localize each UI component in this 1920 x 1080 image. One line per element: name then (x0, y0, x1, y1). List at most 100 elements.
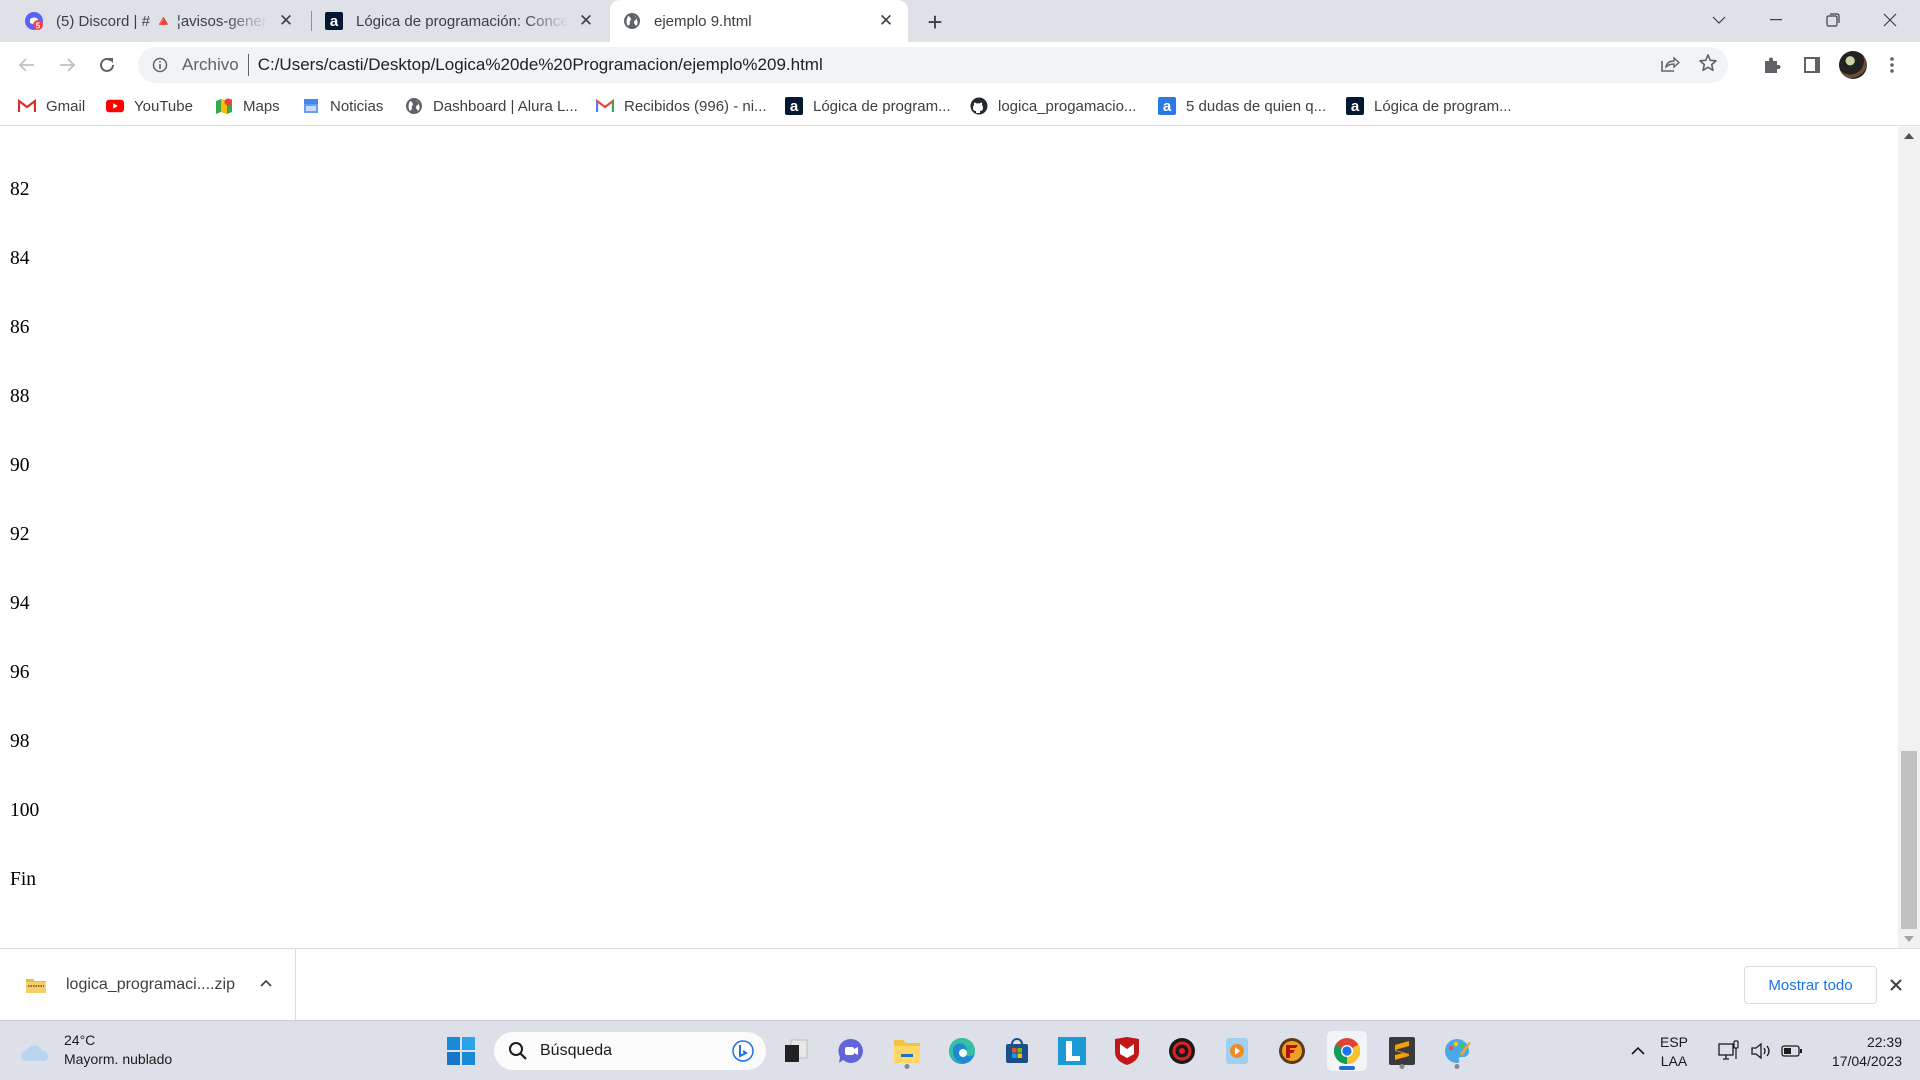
bookmark-dashboard[interactable]: Dashboard | Alura L... (405, 88, 578, 124)
address-bar[interactable]: Archivo C:/Users/casti/Desktop/Logica%20… (138, 47, 1728, 83)
tab-ejemplo[interactable]: ejemplo 9.html ✕ (610, 0, 908, 42)
scroll-thumb[interactable] (1901, 751, 1917, 929)
chat-icon (838, 1038, 863, 1063)
globe-icon (405, 97, 423, 115)
svg-text:5: 5 (36, 22, 41, 31)
sublime-text-button[interactable] (1382, 1031, 1422, 1071)
volume-icon[interactable] (1750, 1040, 1772, 1062)
teams-chat-button[interactable] (831, 1031, 871, 1071)
folder-icon (894, 1040, 920, 1063)
bookmark-youtube[interactable]: YouTube (106, 88, 193, 124)
edge-icon (949, 1038, 975, 1064)
scroll-up-button[interactable] (1898, 127, 1920, 145)
close-window-button[interactable] (1862, 0, 1918, 40)
alura-blue-icon: a (1158, 97, 1176, 115)
arrow-left-icon (18, 58, 34, 72)
minimize-icon (1770, 19, 1782, 21)
bookmark-gmail[interactable]: Gmail (18, 88, 85, 124)
reload-icon (100, 57, 114, 72)
tab-discord[interactable]: 5 (5) Discord | # 🔺 ¦avisos-generales ✕ (12, 0, 308, 42)
arrow-right-icon (60, 58, 76, 72)
mcafee-button[interactable] (1107, 1031, 1147, 1071)
paint-palette-icon (1445, 1039, 1471, 1063)
news-icon (302, 97, 320, 115)
share-icon[interactable] (1660, 53, 1681, 78)
side-panel-icon (1804, 57, 1820, 73)
discord-icon: 5 (24, 11, 44, 31)
menu-button[interactable] (1880, 53, 1904, 77)
media-player-button[interactable] (1217, 1031, 1257, 1071)
url-text[interactable]: C:/Users/casti/Desktop/Logica%20de%20Pro… (258, 55, 823, 75)
close-download-shelf-button[interactable] (1886, 975, 1906, 995)
weather-widget[interactable]: 24°C Mayorm. nublado (18, 1031, 172, 1069)
info-icon[interactable] (150, 55, 170, 75)
side-panel-button[interactable] (1800, 53, 1824, 77)
start-button[interactable] (441, 1031, 481, 1071)
search-placeholder: Búsqueda (540, 1042, 613, 1059)
output-line: 96 (10, 662, 30, 683)
tab-title: ejemplo 9.html (654, 12, 752, 30)
bing-icon[interactable] (732, 1040, 754, 1062)
download-item[interactable]: logica_programaci....zip (0, 949, 296, 1020)
tab-alura[interactable]: a Lógica de programación: Conceptos ✕ (312, 0, 608, 42)
output-line: 100 (10, 800, 40, 821)
bookmark-logica-2[interactable]: a Lógica de program... (1346, 88, 1512, 124)
back-button[interactable] (12, 50, 42, 80)
minimize-button[interactable] (1748, 0, 1804, 40)
task-view-button[interactable] (776, 1031, 816, 1071)
more-vert-icon (1890, 57, 1894, 73)
show-hidden-icons-button[interactable] (1626, 1039, 1650, 1063)
output-line: 84 (10, 248, 30, 269)
profile-avatar[interactable] (1839, 51, 1867, 79)
l-app-button[interactable] (1052, 1031, 1092, 1071)
windows-logo-icon (447, 1037, 475, 1065)
close-icon[interactable]: ✕ (576, 11, 596, 31)
new-tab-button[interactable]: + (922, 7, 948, 37)
restore-button[interactable] (1805, 0, 1861, 40)
bookmark-5-dudas[interactable]: a 5 dudas de quien q... (1158, 88, 1326, 124)
show-all-downloads-button[interactable]: Mostrar todo (1744, 966, 1877, 1004)
close-icon[interactable]: ✕ (276, 11, 296, 31)
red-app-icon (1169, 1038, 1195, 1064)
output-line-fin: Fin (10, 869, 37, 890)
file-explorer-button[interactable] (887, 1031, 927, 1071)
task-view-icon (785, 1039, 808, 1062)
taskbar-search[interactable]: Búsqueda (494, 1032, 766, 1070)
network-icon[interactable] (1718, 1040, 1740, 1062)
clock[interactable]: 22:39 17/04/2023 (1810, 1033, 1902, 1071)
chrome-button[interactable] (1327, 1031, 1367, 1071)
edge-button[interactable] (942, 1031, 982, 1071)
close-icon[interactable]: ✕ (876, 11, 896, 31)
bookmark-logica-1[interactable]: a Lógica de program... (785, 88, 951, 124)
zip-folder-icon (26, 978, 46, 993)
bookmark-recibidos[interactable]: Recibidos (996) - ni... (596, 88, 767, 124)
page-content: 82 84 86 88 90 92 94 96 98 100 Fin (0, 127, 1898, 948)
output-line: 86 (10, 317, 30, 338)
download-options-button[interactable] (256, 973, 276, 993)
star-icon[interactable] (1698, 53, 1718, 78)
red-app-button[interactable] (1162, 1031, 1202, 1071)
free-fire-button[interactable] (1272, 1031, 1312, 1071)
paint-button[interactable] (1437, 1031, 1477, 1071)
forward-button[interactable] (52, 50, 82, 80)
bookmark-noticias[interactable]: Noticias (302, 88, 383, 124)
download-filename: logica_programaci....zip (66, 975, 235, 993)
bookmarks-bar: Gmail YouTube Maps Noticias Dashboard | … (0, 88, 1920, 126)
battery-icon[interactable] (1780, 1040, 1804, 1062)
language-indicator[interactable]: ESP LAA (1660, 1033, 1688, 1071)
extensions-button[interactable] (1760, 53, 1784, 77)
free-fire-icon (1279, 1038, 1305, 1064)
l-app-icon (1058, 1037, 1086, 1065)
bookmark-github[interactable]: logica_progamacio... (970, 88, 1136, 124)
chevron-down-icon (1712, 16, 1726, 24)
microsoft-store-button[interactable] (997, 1031, 1037, 1071)
gmail-icon (596, 97, 614, 115)
windows-taskbar: 24°C Mayorm. nublado Búsqueda ESP LAA 22… (0, 1020, 1920, 1080)
scroll-down-button[interactable] (1898, 930, 1920, 948)
tab-search-button[interactable] (1691, 0, 1747, 40)
bookmark-maps[interactable]: Maps (215, 88, 280, 124)
download-shelf: logica_programaci....zip Mostrar todo (0, 948, 1920, 1020)
reload-button[interactable] (92, 50, 122, 80)
media-player-icon (1226, 1038, 1248, 1064)
vertical-scrollbar[interactable] (1898, 127, 1920, 948)
